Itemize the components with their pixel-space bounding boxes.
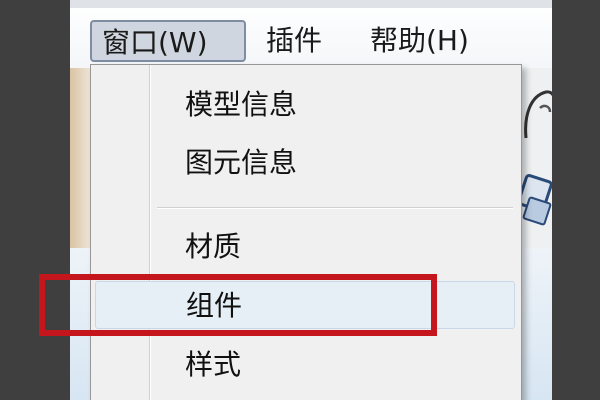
menu-item-materials[interactable]: 材质 xyxy=(95,223,515,271)
menu-help[interactable]: 帮助(H) xyxy=(360,20,479,62)
menu-plugins[interactable]: 插件 xyxy=(256,20,332,62)
window-menu-dropdown: 模型信息 图元信息 材质 组件 样式 xyxy=(90,64,522,400)
sketchup-orbit-icon[interactable] xyxy=(522,86,552,146)
menu-item-entity-info[interactable]: 图元信息 xyxy=(95,139,515,187)
toolbar-icon-strip xyxy=(70,68,92,248)
menu-window[interactable]: 窗口(W) xyxy=(90,20,246,62)
menu-bar: 窗口(W) 插件 帮助(H) xyxy=(70,0,552,68)
menu-item-model-info[interactable]: 模型信息 xyxy=(95,81,515,129)
title-bar-edge xyxy=(70,0,552,8)
sketchup-window: 窗口(W) 插件 帮助(H) 模型信息 图元信息 材质 组件 样式 xyxy=(70,0,552,400)
menu-separator xyxy=(157,207,513,208)
annotation-highlight-box xyxy=(39,274,437,336)
menu-item-styles[interactable]: 样式 xyxy=(95,341,515,389)
